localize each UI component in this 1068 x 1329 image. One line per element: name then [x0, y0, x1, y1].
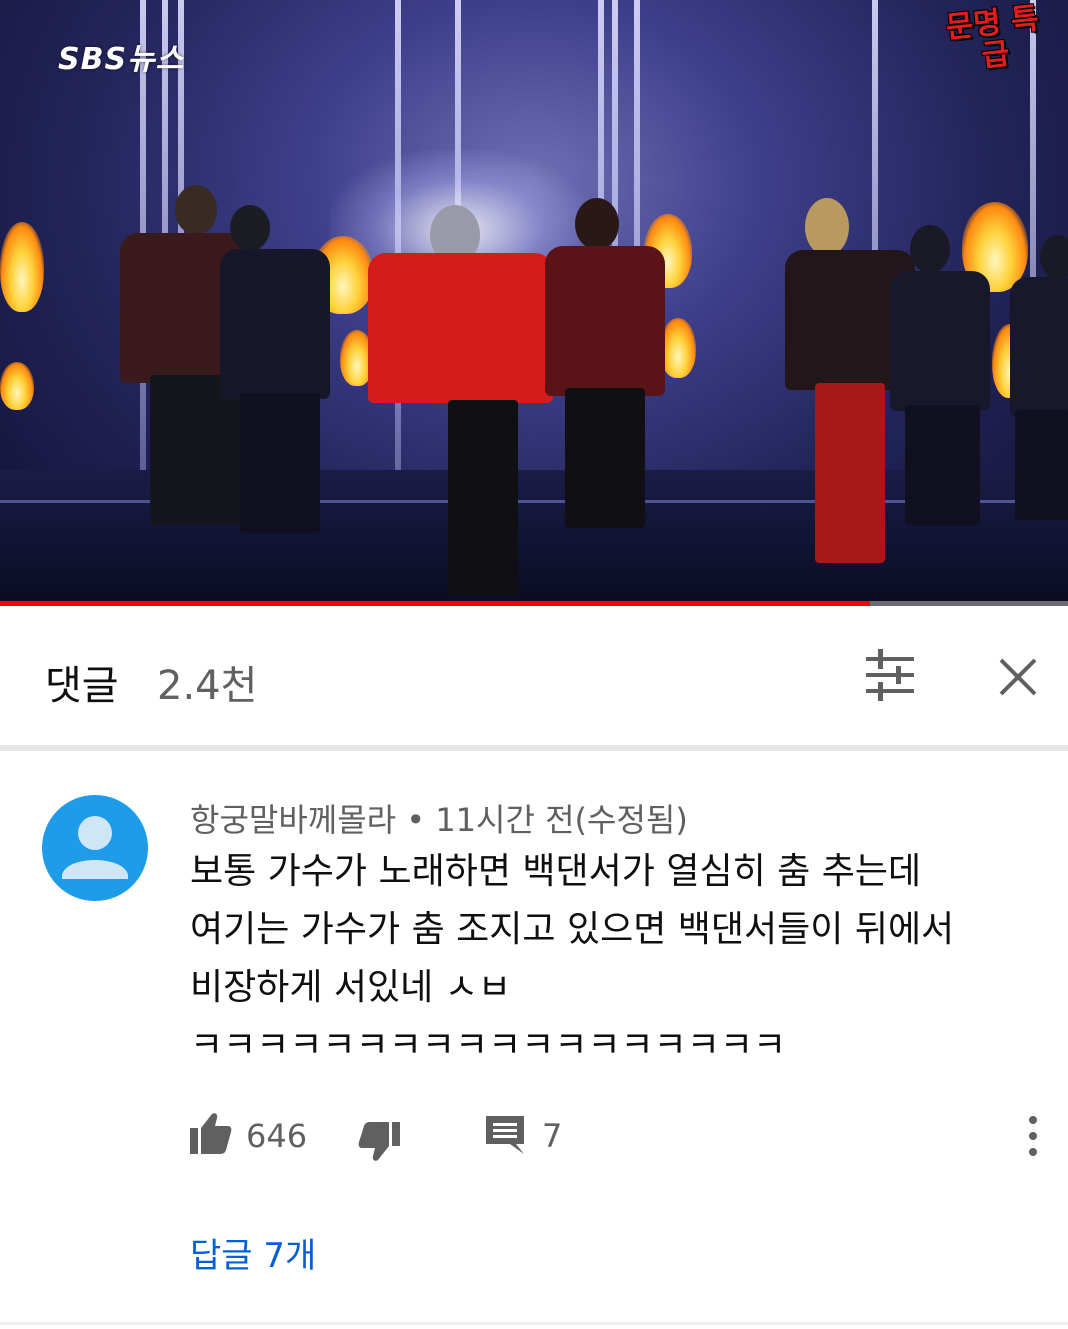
video-progress-bar[interactable]	[0, 601, 1068, 606]
avatar[interactable]	[42, 795, 148, 901]
reply-button[interactable]	[486, 1112, 526, 1162]
stage-flame	[0, 222, 44, 312]
bottom-divider	[0, 1322, 1068, 1325]
comment-line: 여기는 가수가 춤 조지고 있으면 백댄서들이 뒤에서	[190, 909, 955, 950]
comments-count: 2.4천	[157, 663, 258, 709]
view-replies-link[interactable]: 답글 7개	[190, 1228, 316, 1277]
comment-author[interactable]: 항궁말바께몰라	[190, 801, 396, 839]
video-player[interactable]: SBS뉴스 문명 특급	[0, 0, 1068, 606]
comment-time: 11시간 전(수정됨)	[435, 801, 688, 839]
sort-filter-button[interactable]	[862, 649, 920, 701]
header-divider	[0, 745, 1068, 751]
like-count: 646	[246, 1117, 308, 1155]
comment-line: 보통 가수가 노래하면 백댄서가 열심히 춤 추는데	[190, 851, 922, 892]
program-badge-text: 문명 특급	[944, 1, 1041, 75]
comment-body: 보통 가수가 노래하면 백댄서가 열심히 춤 추는데 여기는 가수가 춤 조지고…	[190, 843, 1030, 1075]
default-avatar-icon	[62, 816, 128, 879]
reply-count: 7	[542, 1117, 563, 1155]
comment-bubble-icon	[486, 1116, 524, 1154]
comments-header: 댓글 2.4천	[0, 607, 1068, 745]
thumbs-down-icon	[358, 1122, 400, 1161]
program-badge-logo: 문명 특급	[944, 1, 1050, 104]
close-icon	[999, 658, 1037, 696]
meta-separator: •	[406, 801, 426, 839]
comment-line: ㅋㅋㅋㅋㅋㅋㅋㅋㅋㅋㅋㅋㅋㅋㅋㅋㅋㅋ	[190, 1025, 787, 1066]
comment-meta: 항궁말바께몰라 • 11시간 전(수정됨)	[190, 795, 688, 841]
dislike-button[interactable]	[358, 1112, 402, 1162]
youtube-comments-page: SBS뉴스 문명 특급 댓글 2.4천 항궁말바께몰라 • 11시간 전(수정됨…	[0, 0, 1068, 1329]
sort-filter-icon	[866, 649, 914, 701]
sbs-news-logo: SBS뉴스	[58, 42, 185, 77]
video-progress-fill	[0, 601, 871, 606]
like-button[interactable]	[190, 1112, 232, 1162]
more-options-button[interactable]	[1018, 1112, 1048, 1160]
stage-flame	[660, 318, 696, 378]
close-button[interactable]	[992, 651, 1044, 703]
comment-line: 비장하게 서있네 ㅅㅂ	[190, 967, 511, 1008]
thumbs-up-icon	[190, 1113, 232, 1154]
stage-flame	[0, 362, 34, 410]
comments-title: 댓글	[45, 663, 119, 709]
more-vertical-icon	[1029, 1116, 1037, 1156]
